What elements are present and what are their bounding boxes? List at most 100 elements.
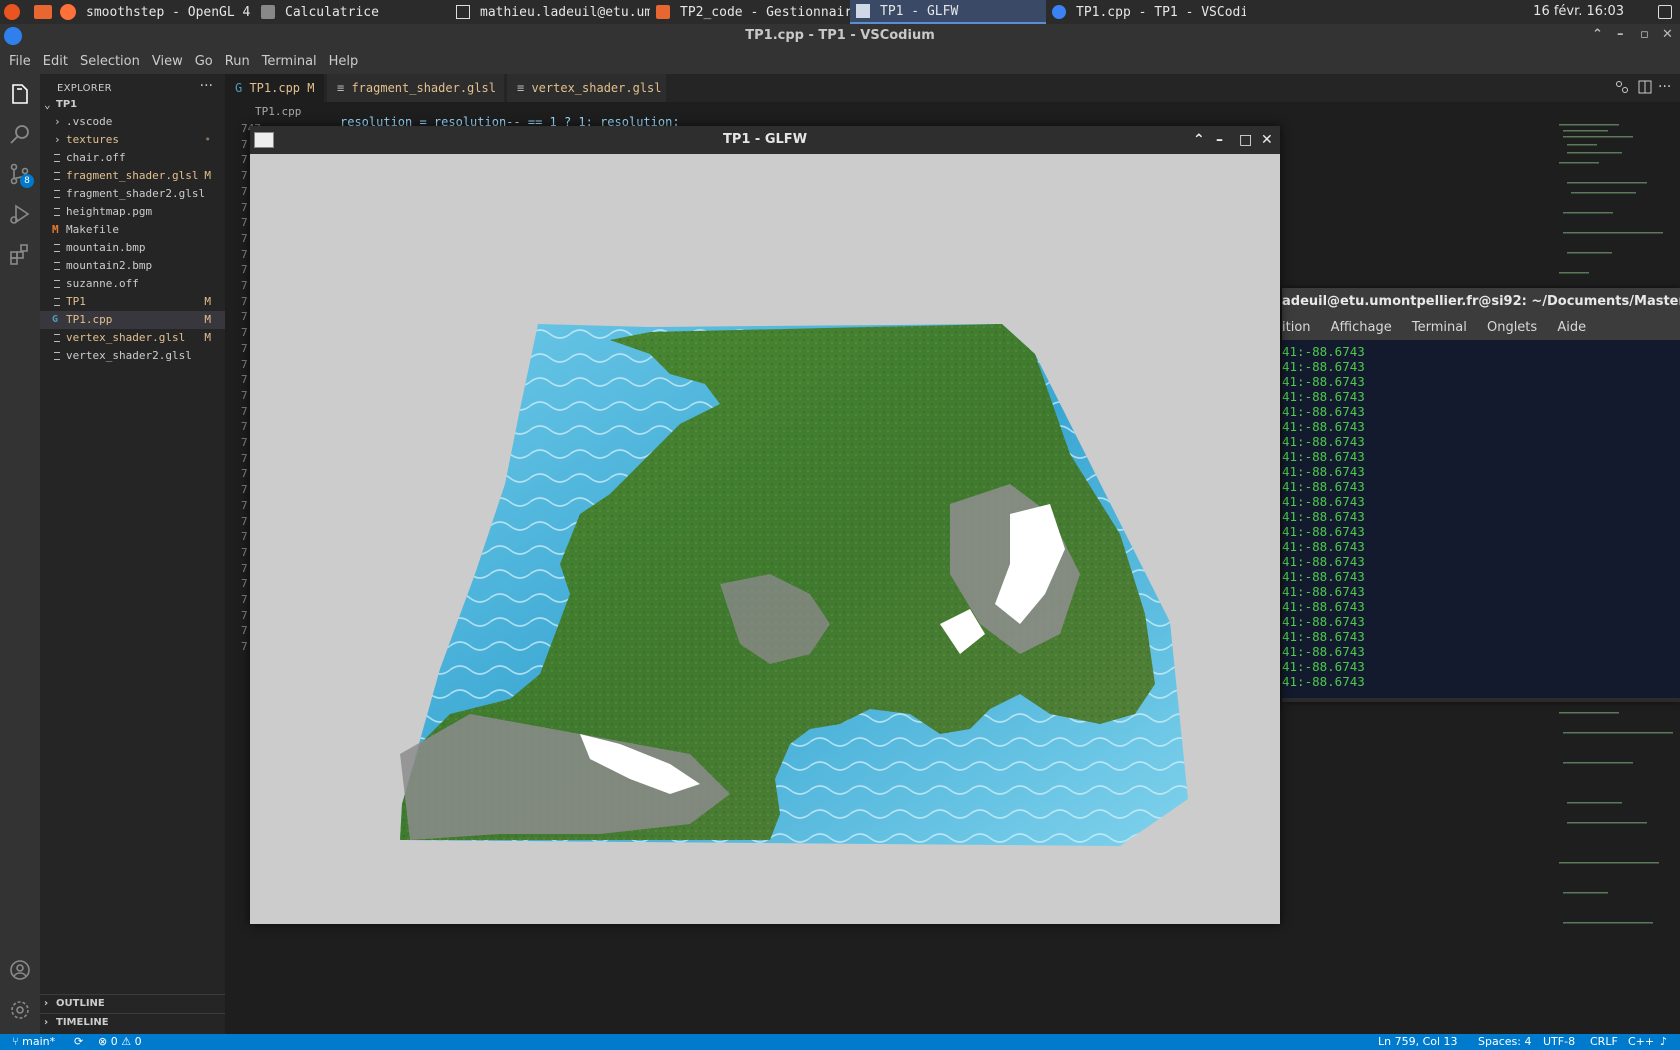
indentation[interactable]: Spaces: 4 xyxy=(1478,1034,1531,1050)
more-actions-icon[interactable]: ··· xyxy=(1658,74,1671,100)
more-actions-icon[interactable]: ··· xyxy=(200,78,213,94)
cursor-position[interactable]: Ln 759, Col 13 xyxy=(1378,1034,1458,1050)
tree-item-textures[interactable]: › textures • xyxy=(40,131,225,149)
menu-edition[interactable]: ition xyxy=(1282,320,1311,335)
tray-icon[interactable] xyxy=(1658,5,1672,19)
glfw-titlebar[interactable]: TP1 - GLFW ⌃ – □ ✕ xyxy=(250,126,1280,154)
menu-file[interactable]: File xyxy=(3,54,37,69)
app-icon xyxy=(254,132,274,148)
menu-aide[interactable]: Aide xyxy=(1557,320,1586,335)
taskbar-item-terminal[interactable]: mathieu.ladeuil@etu.um… xyxy=(450,0,650,24)
clock[interactable]: 16 févr. 16:03 xyxy=(1533,4,1624,19)
breadcrumb-file[interactable]: TP1.cpp xyxy=(255,105,301,118)
menu-run[interactable]: Run xyxy=(219,54,256,69)
line-number: 7 xyxy=(241,294,248,308)
tree-item-label: suzanne.off xyxy=(66,277,139,290)
close-icon[interactable]: ✕ xyxy=(1662,28,1673,42)
compare-changes-icon[interactable] xyxy=(1615,80,1629,94)
language-mode[interactable]: C++ xyxy=(1628,1034,1654,1050)
terminal-icon xyxy=(456,5,470,19)
terminal-line: 41:-88.6743 xyxy=(1282,584,1365,599)
terminal-line: 41:-88.6743 xyxy=(1282,419,1365,434)
sync-icon[interactable]: ⟳ xyxy=(74,1034,83,1050)
tree-item-mountain[interactable]: mountain.bmp xyxy=(40,239,225,257)
branch-indicator[interactable]: ⑂ main* xyxy=(12,1034,55,1050)
maximize-up-icon[interactable]: ⌃ xyxy=(1592,28,1603,42)
files-icon[interactable] xyxy=(34,5,52,19)
minimize-icon[interactable]: – xyxy=(1216,132,1223,148)
tree-item-vscode[interactable]: › .vscode xyxy=(40,113,225,131)
terminal-titlebar[interactable]: adeuil@etu.umontpellier.fr@si92: ~/Docum… xyxy=(1282,288,1680,316)
menu-selection[interactable]: Selection xyxy=(74,54,146,69)
tree-item-label: heightmap.pgm xyxy=(66,205,153,218)
taskbar-item-smoothstep[interactable]: smoothstep - OpenGL 4 … xyxy=(80,0,255,24)
taskbar-item-glfw[interactable]: TP1 - GLFW xyxy=(850,0,1046,24)
settings-gear-icon[interactable] xyxy=(8,998,32,1022)
tree-item-tp1-binary[interactable]: TP1 M xyxy=(40,293,225,311)
menu-terminal[interactable]: Terminal xyxy=(1412,320,1467,335)
terrain-rendering xyxy=(400,324,1188,846)
shade-icon[interactable]: ⌃ xyxy=(1193,132,1205,148)
tree-item-heightmap[interactable]: heightmap.pgm xyxy=(40,203,225,221)
minimize-icon[interactable]: – xyxy=(1617,28,1624,42)
account-icon[interactable] xyxy=(8,958,32,982)
extensions-icon[interactable] xyxy=(8,242,32,266)
taskbar-item-file-manager[interactable]: TP2_code - Gestionnair… xyxy=(650,0,850,24)
line-ending[interactable]: CRLF xyxy=(1590,1034,1618,1050)
tree-item-vertex-shader[interactable]: vertex_shader.glsl M xyxy=(40,329,225,347)
explorer-files-icon[interactable] xyxy=(8,82,32,106)
split-editor-icon[interactable] xyxy=(1638,80,1652,94)
taskbar-item-calculatrice[interactable]: Calculatrice xyxy=(255,0,450,24)
taskbar-item-vscodium[interactable]: TP1.cpp - TP1 - VSCodi… xyxy=(1046,0,1246,24)
line-number: 7 xyxy=(241,404,248,418)
notifications-bell-icon[interactable]: ♪ xyxy=(1660,1034,1667,1050)
firefox-icon[interactable] xyxy=(60,4,76,20)
encoding[interactable]: UTF-8 xyxy=(1543,1034,1575,1050)
menu-help[interactable]: Help xyxy=(323,54,365,69)
window-titlebar: TP1.cpp - TP1 - VSCodium ⌃ – ▫ ✕ xyxy=(0,24,1680,48)
menu-view[interactable]: View xyxy=(146,54,189,69)
search-icon[interactable] xyxy=(8,122,32,146)
folder-root[interactable]: ⌄ TP1 xyxy=(40,96,225,114)
tree-item-vertex-shader2[interactable]: vertex_shader2.glsl xyxy=(40,347,225,365)
tree-item-chair-off[interactable]: chair.off xyxy=(40,149,225,167)
tree-item-label: chair.off xyxy=(66,151,126,164)
terminal-output[interactable]: 41:-88.6743 41:-88.6743 41:-88.6743 41:-88.… xyxy=(1282,340,1680,698)
folder-icon xyxy=(656,5,670,19)
menu-terminal[interactable]: Terminal xyxy=(256,54,323,69)
tab-fragment-shader[interactable]: ≡ fragment_shader.glsl M xyxy=(327,74,505,123)
run-debug-icon[interactable] xyxy=(8,202,32,226)
file-icon: ≡ xyxy=(517,81,532,95)
tree-item-makefile[interactable]: M Makefile xyxy=(40,221,225,239)
terminal-window[interactable]: adeuil@etu.umontpellier.fr@si92: ~/Docum… xyxy=(1282,288,1680,702)
tree-item-suzanne[interactable]: suzanne.off xyxy=(40,275,225,293)
file-icon: ≡ xyxy=(337,81,352,95)
tree-item-tp1-cpp[interactable]: G TP1.cpp M xyxy=(40,311,225,329)
close-icon[interactable]: ✕ xyxy=(1261,132,1273,148)
glfw-title: TP1 - GLFW xyxy=(722,132,808,147)
tab-tp1-cpp[interactable]: G TP1.cpp M × xyxy=(225,74,325,123)
problems-indicator[interactable]: ⊗ 0 ⚠ 0 xyxy=(98,1034,142,1050)
tree-item-fragment-shader[interactable]: fragment_shader.glsl M xyxy=(40,167,225,185)
menu-affichage[interactable]: Affichage xyxy=(1331,320,1392,335)
menu-edit[interactable]: Edit xyxy=(37,54,74,69)
tree-item-mountain2[interactable]: mountain2.bmp xyxy=(40,257,225,275)
chevron-right-icon: › xyxy=(54,133,61,146)
opengl-render-canvas[interactable] xyxy=(250,154,1280,924)
terminal-line: 41:-88.6743 xyxy=(1282,539,1365,554)
menu-onglets[interactable]: Onglets xyxy=(1487,320,1537,335)
outline-section[interactable]: › OUTLINE xyxy=(40,994,225,1012)
tab-vertex-shader[interactable]: ≡ vertex_shader.glsl M xyxy=(507,74,667,123)
line-number: 7 xyxy=(241,231,248,245)
timeline-section[interactable]: › TIMELINE xyxy=(40,1013,225,1031)
glfw-window[interactable]: TP1 - GLFW ⌃ – □ ✕ xyxy=(250,126,1280,924)
tree-item-fragment-shader2[interactable]: fragment_shader2.glsl xyxy=(40,185,225,203)
tree-item-label: mountain2.bmp xyxy=(66,259,153,272)
terminal-line: 41:-88.6743 xyxy=(1282,464,1365,479)
menu-go[interactable]: Go xyxy=(189,54,219,69)
ubuntu-logo-icon[interactable] xyxy=(4,4,20,20)
file-icon xyxy=(54,208,60,216)
tab-label: vertex_shader.glsl xyxy=(531,81,662,95)
maximize-icon[interactable]: □ xyxy=(1239,132,1252,148)
restore-icon[interactable]: ▫ xyxy=(1640,28,1649,42)
